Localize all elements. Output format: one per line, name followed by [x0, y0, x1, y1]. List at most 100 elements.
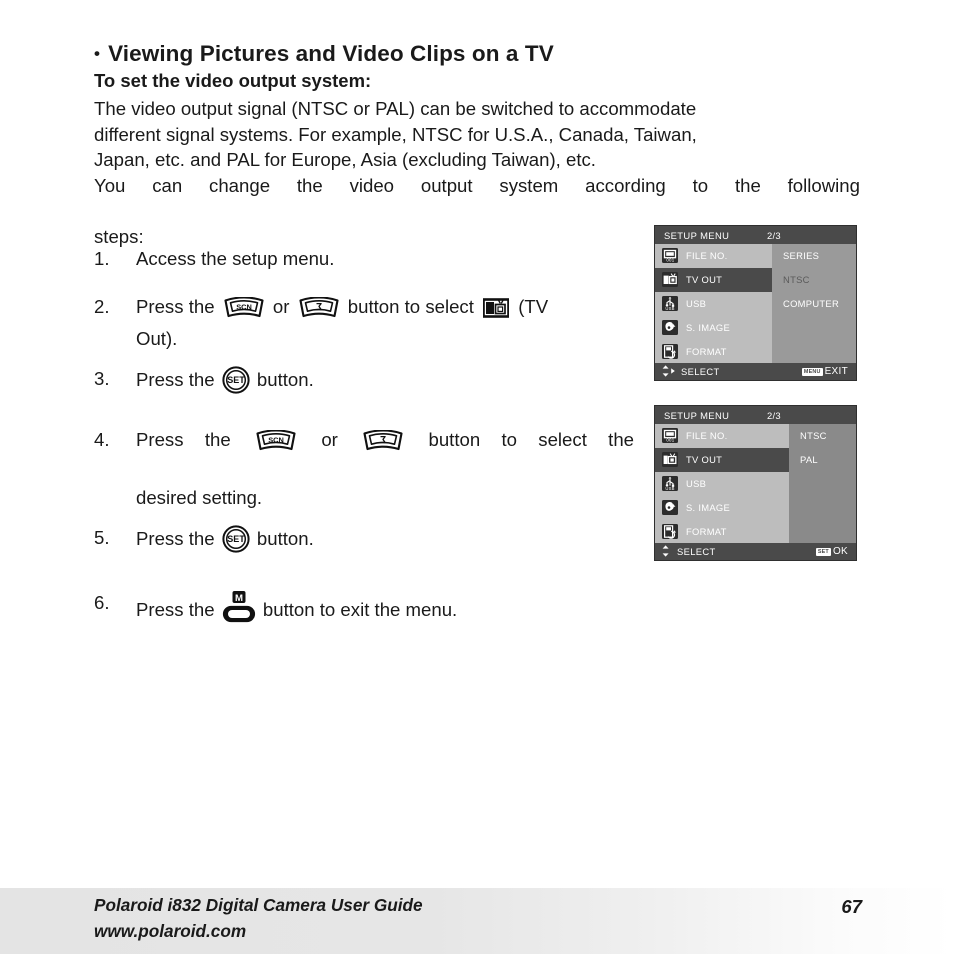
- step-3-number: 3.: [94, 368, 110, 389]
- self-timer-button-icon: [362, 429, 404, 459]
- lcd2-value-usb: [789, 472, 856, 496]
- lcd2-label-s-image: S. IMAGE: [686, 501, 731, 513]
- lcd1-body: SERIES NTSC COMPUTER 001 FILE NO. TV OUT…: [655, 244, 856, 363]
- nav-arrows-icon: [661, 544, 672, 559]
- lcd2-label-file-no: FILE NO.: [686, 430, 728, 442]
- step-2: 2. Press the SCN or button to select (TV…: [94, 294, 634, 352]
- lcd2-item-list: 001 FILE NO. TV OUT USB USB S. IMAGE FOR…: [655, 424, 789, 543]
- lcd2-status-bar: SELECT SET OK: [655, 543, 856, 560]
- lcd1-status-left: SELECT: [661, 364, 720, 379]
- step-6-post: button to exit the menu.: [262, 599, 458, 620]
- nav-arrows-icon: [661, 364, 676, 379]
- lcd2-value-column: NTSC PAL: [789, 424, 856, 543]
- lcd1-value-s-image: [772, 315, 856, 339]
- lcd1-value-usb: COMPUTER: [783, 297, 840, 309]
- lcd2-title-bar: SETUP MENU 2/3: [655, 406, 856, 424]
- footer-page-number: 67: [841, 896, 862, 917]
- lcd2-title: SETUP MENU: [664, 409, 730, 421]
- step-4-body: Press the SCN or button to select the de…: [136, 427, 634, 511]
- svg-text:M: M: [235, 593, 243, 604]
- step-1-number: 1.: [94, 248, 110, 269]
- usb-icon: USB: [662, 295, 678, 311]
- step-6: 6. Press the M button to exit the menu.: [94, 590, 634, 631]
- page-footer: Polaroid i832 Digital Camera User Guide …: [0, 888, 954, 954]
- step-2-number: 2.: [94, 296, 110, 317]
- lcd2-label-tv-out: TV OUT: [686, 454, 723, 466]
- lcd1-item-format[interactable]: FORMAT: [655, 339, 772, 363]
- step-4-number: 4.: [94, 429, 110, 450]
- usb-icon: USB: [662, 475, 678, 491]
- step-3-body: Press the SET button.: [136, 366, 634, 401]
- lcd2-item-usb[interactable]: USB USB: [655, 472, 789, 496]
- svg-text:USB: USB: [665, 486, 674, 491]
- step-6-body: Press the M button to exit the menu.: [136, 590, 634, 631]
- svg-text:SET: SET: [227, 375, 245, 385]
- lcd2-item-tv-out[interactable]: TV OUT: [655, 447, 789, 472]
- step-2-body: Press the SCN or button to select (TV Ou…: [136, 294, 634, 352]
- lcd2-option-ntsc[interactable]: NTSC: [789, 424, 856, 448]
- set-badge-icon: SET: [815, 547, 831, 556]
- lcd2-item-format[interactable]: FORMAT: [655, 519, 789, 543]
- page-title: • Viewing Pictures and Video Clips on a T…: [94, 41, 554, 67]
- step-5-pre: Press the: [136, 528, 215, 549]
- lcd1-page-indicator: 2/3: [767, 229, 781, 241]
- lcd1-label-file-no: FILE NO.: [686, 250, 728, 262]
- bullet-icon: •: [94, 44, 101, 63]
- lcd2-status-left: SELECT: [661, 544, 716, 559]
- file-no-icon: 001: [662, 428, 678, 444]
- lcd1-value-format: [772, 339, 856, 363]
- step-2-mid: button to select: [347, 296, 474, 317]
- menu-button-icon: M: [222, 590, 256, 631]
- lcd1-value-tv-out: NTSC: [783, 274, 810, 286]
- manual-page: • Viewing Pictures and Video Clips on a T…: [0, 0, 954, 954]
- lcd1-item-s-image[interactable]: S. IMAGE: [655, 315, 772, 339]
- tv-out-icon: [482, 297, 510, 326]
- footer-product-name: Polaroid i832 Digital Camera User Guide: [94, 895, 423, 915]
- self-timer-button-icon: [298, 296, 340, 326]
- step-2-post: (TV: [518, 296, 549, 317]
- step-5-body: Press the SET button.: [136, 525, 634, 560]
- svg-text:SCN: SCN: [236, 302, 252, 311]
- step-1-text: Access the setup menu.: [136, 248, 335, 269]
- lcd1-label-s-image: S. IMAGE: [686, 321, 731, 333]
- lcd1-item-usb[interactable]: USB USB: [655, 292, 772, 316]
- lcd1-status-bar: SELECT MENU EXIT: [655, 363, 856, 380]
- lcd1-item-file-no[interactable]: 001 FILE NO.: [655, 244, 772, 268]
- lcd1-status-right: MENU EXIT: [801, 366, 848, 377]
- lcd2-item-s-image[interactable]: S. IMAGE: [655, 495, 789, 519]
- set-button-icon: SET: [222, 366, 250, 401]
- step-4-or: or: [321, 429, 338, 450]
- step-5: 5. Press the SET button.: [94, 525, 634, 560]
- scn-button-icon: SCN: [223, 296, 265, 326]
- lcd2-label-usb: USB: [686, 477, 707, 489]
- set-button-icon: SET: [222, 525, 250, 560]
- tv-out-icon: [662, 272, 678, 288]
- lcd2-option-pal[interactable]: PAL: [789, 448, 856, 472]
- lcd1-label-tv-out: TV OUT: [686, 274, 723, 286]
- step-5-number: 5.: [94, 527, 110, 548]
- intro-line-1: The video output signal (NTSC or PAL) ca…: [94, 98, 697, 119]
- intro-line-2: different signal systems. For example, N…: [94, 123, 697, 145]
- step-4-line-2: desired setting.: [136, 487, 263, 508]
- file-no-icon: 001: [662, 248, 678, 264]
- lcd1-item-list: 001 FILE NO. TV OUT USB USB S. IMAGE FOR…: [655, 244, 772, 363]
- footer-website: www.polaroid.com: [94, 921, 247, 941]
- scn-button-icon: SCN: [255, 429, 297, 459]
- lcd2-body: NTSC PAL 001 FILE NO. TV OUT USB USB S. …: [655, 424, 856, 543]
- procedure-steps: 1. Access the setup menu. 2. Press the S…: [94, 246, 634, 643]
- lcd1-exit-label: EXIT: [824, 366, 848, 377]
- lcd1-select-label: SELECT: [681, 366, 720, 377]
- step-2-pre: Press the: [136, 296, 215, 317]
- menu-badge-icon: MENU: [801, 367, 823, 376]
- svg-text:USB: USB: [665, 306, 674, 311]
- step-2-line-2: Out).: [136, 328, 178, 349]
- step-2-or: or: [272, 296, 290, 317]
- steps-intro-line-1: You can change the video output system a…: [94, 175, 860, 196]
- lcd2-item-file-no[interactable]: 001 FILE NO.: [655, 424, 789, 448]
- format-icon: [662, 523, 678, 539]
- svg-text:001: 001: [666, 258, 674, 263]
- svg-text:SET: SET: [227, 534, 245, 544]
- lcd2-ok-label: OK: [832, 546, 848, 557]
- lcd1-item-tv-out[interactable]: TV OUT: [655, 267, 772, 292]
- page-title-text: Viewing Pictures and Video Clips on a TV: [108, 41, 554, 66]
